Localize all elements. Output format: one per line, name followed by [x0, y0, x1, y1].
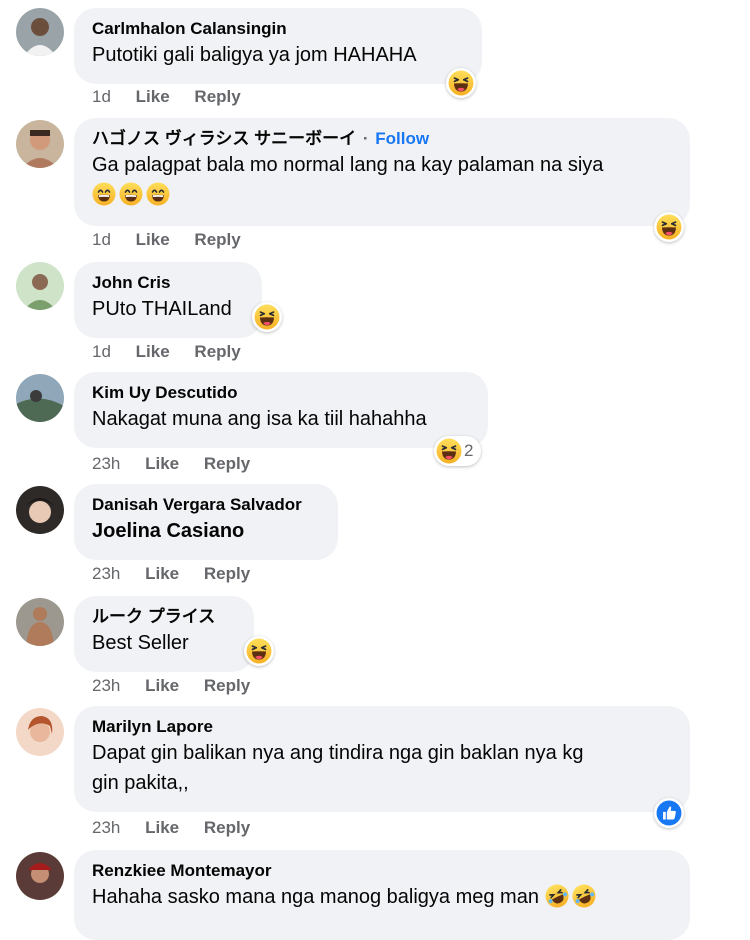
comment-bubble: ルーク プライス Best Seller — [74, 596, 254, 672]
comment-author[interactable]: Kim Uy Descutido — [92, 382, 470, 404]
comment-author[interactable]: Danisah Vergara Salvador — [92, 494, 320, 516]
like-button[interactable]: Like — [136, 87, 170, 107]
comment-time[interactable]: 1d — [92, 87, 111, 107]
reply-button[interactable]: Reply — [204, 818, 250, 838]
comment-text: Putotiki gali baligya ya jom HAHAHA — [92, 44, 417, 66]
comment-text: Dapat gin balikan nya ang tindira nga gi… — [92, 742, 584, 764]
avatar[interactable] — [16, 708, 64, 756]
comment-text: PUto THAILand — [92, 298, 232, 320]
comment-actions: 23h Like Reply — [92, 454, 270, 474]
comment-text-row: Hahaha sasko mana nga manog baligya meg … — [92, 882, 672, 912]
comment-actions: 23h Like Reply — [92, 564, 270, 584]
avatar[interactable] — [16, 374, 64, 422]
comment-author[interactable]: Marilyn Lapore — [92, 716, 672, 738]
haha-icon — [246, 638, 272, 664]
separator-dot: · — [362, 129, 369, 148]
comment-text: Nakagat muna ang isa ka tiil hahahha — [92, 408, 427, 430]
comment-bubble: Carlmhalon Calansingin Putotiki gali bal… — [74, 8, 482, 84]
reaction-badge[interactable]: 2 — [434, 436, 482, 466]
like-icon — [656, 800, 682, 826]
comment-text: Best Seller — [92, 632, 189, 654]
avatar[interactable] — [16, 598, 64, 646]
comment-author[interactable]: Carlmhalon Calansingin — [92, 18, 464, 40]
comment-time[interactable]: 23h — [92, 676, 120, 696]
comment-actions: 23h Like Reply — [92, 818, 270, 838]
like-button[interactable]: Like — [136, 230, 170, 250]
reply-button[interactable]: Reply — [194, 342, 240, 362]
haha-icon — [254, 304, 280, 330]
avatar[interactable] — [16, 486, 64, 534]
comment-author[interactable]: ハゴノス ヴィラシス サニーボーイ — [92, 129, 356, 148]
avatar[interactable] — [16, 262, 64, 310]
like-button[interactable]: Like — [136, 342, 170, 362]
comment-time[interactable]: 23h — [92, 818, 120, 838]
reply-button[interactable]: Reply — [204, 564, 250, 584]
comment-text: gin pakita,, — [92, 772, 189, 794]
like-button[interactable]: Like — [145, 676, 179, 696]
comment-text: Ga palagpat bala mo normal lang na kay p… — [92, 154, 604, 176]
like-button[interactable]: Like — [145, 818, 179, 838]
comment-time[interactable]: 23h — [92, 454, 120, 474]
comment-actions: 1d Like Reply — [92, 230, 261, 250]
comment-bubble: ハゴノス ヴィラシス サニーボーイ · Follow Ga palagpat b… — [74, 118, 690, 226]
comment-actions: 1d Like Reply — [92, 342, 261, 362]
reaction-badge[interactable] — [654, 798, 684, 828]
grin-emoji-icon — [92, 182, 116, 206]
reaction-badge[interactable] — [244, 636, 274, 666]
avatar[interactable] — [16, 120, 64, 168]
comment-actions: 1d Like Reply — [92, 87, 261, 107]
reply-button[interactable]: Reply — [194, 87, 240, 107]
like-button[interactable]: Like — [145, 564, 179, 584]
comment-author[interactable]: Renzkiee Montemayor — [92, 860, 672, 882]
reaction-badge[interactable] — [446, 68, 476, 98]
reaction-badge[interactable] — [654, 212, 684, 242]
haha-icon — [436, 438, 462, 464]
comment-bubble: Marilyn Lapore Dapat gin balikan nya ang… — [74, 706, 690, 812]
rofl-emoji-icon — [572, 884, 596, 908]
mentioned-name-link[interactable]: Joelina Casiano — [92, 516, 320, 546]
avatar[interactable] — [16, 852, 64, 900]
grin-emoji-icon — [119, 182, 143, 206]
like-button[interactable]: Like — [145, 454, 179, 474]
follow-link[interactable]: Follow — [375, 129, 429, 148]
comment-actions: 23h Like Reply — [92, 676, 270, 696]
comment-bubble: John Cris PUto THAILand — [74, 262, 262, 338]
comment-time[interactable]: 23h — [92, 564, 120, 584]
reply-button[interactable]: Reply — [204, 676, 250, 696]
comment-bubble: Renzkiee Montemayor Hahaha sasko mana ng… — [74, 850, 690, 940]
avatar[interactable] — [16, 8, 64, 56]
comment-author[interactable]: ルーク プライス — [92, 606, 236, 628]
comment-text: Hahaha sasko mana nga manog baligya meg … — [92, 886, 539, 908]
reply-button[interactable]: Reply — [194, 230, 240, 250]
grin-emoji-icon — [146, 182, 170, 206]
comment-author[interactable]: John Cris — [92, 272, 244, 294]
haha-icon — [448, 70, 474, 96]
reaction-count: 2 — [464, 441, 474, 460]
reaction-badge[interactable] — [252, 302, 282, 332]
comment-bubble: Kim Uy Descutido Nakagat muna ang isa ka… — [74, 372, 488, 448]
reply-button[interactable]: Reply — [204, 454, 250, 474]
emoji-row — [92, 180, 672, 210]
comment-time[interactable]: 1d — [92, 230, 111, 250]
comment-time[interactable]: 1d — [92, 342, 111, 362]
comment-bubble: Danisah Vergara Salvador Joelina Casiano — [74, 484, 338, 560]
rofl-emoji-icon — [545, 884, 569, 908]
haha-icon — [656, 214, 682, 240]
